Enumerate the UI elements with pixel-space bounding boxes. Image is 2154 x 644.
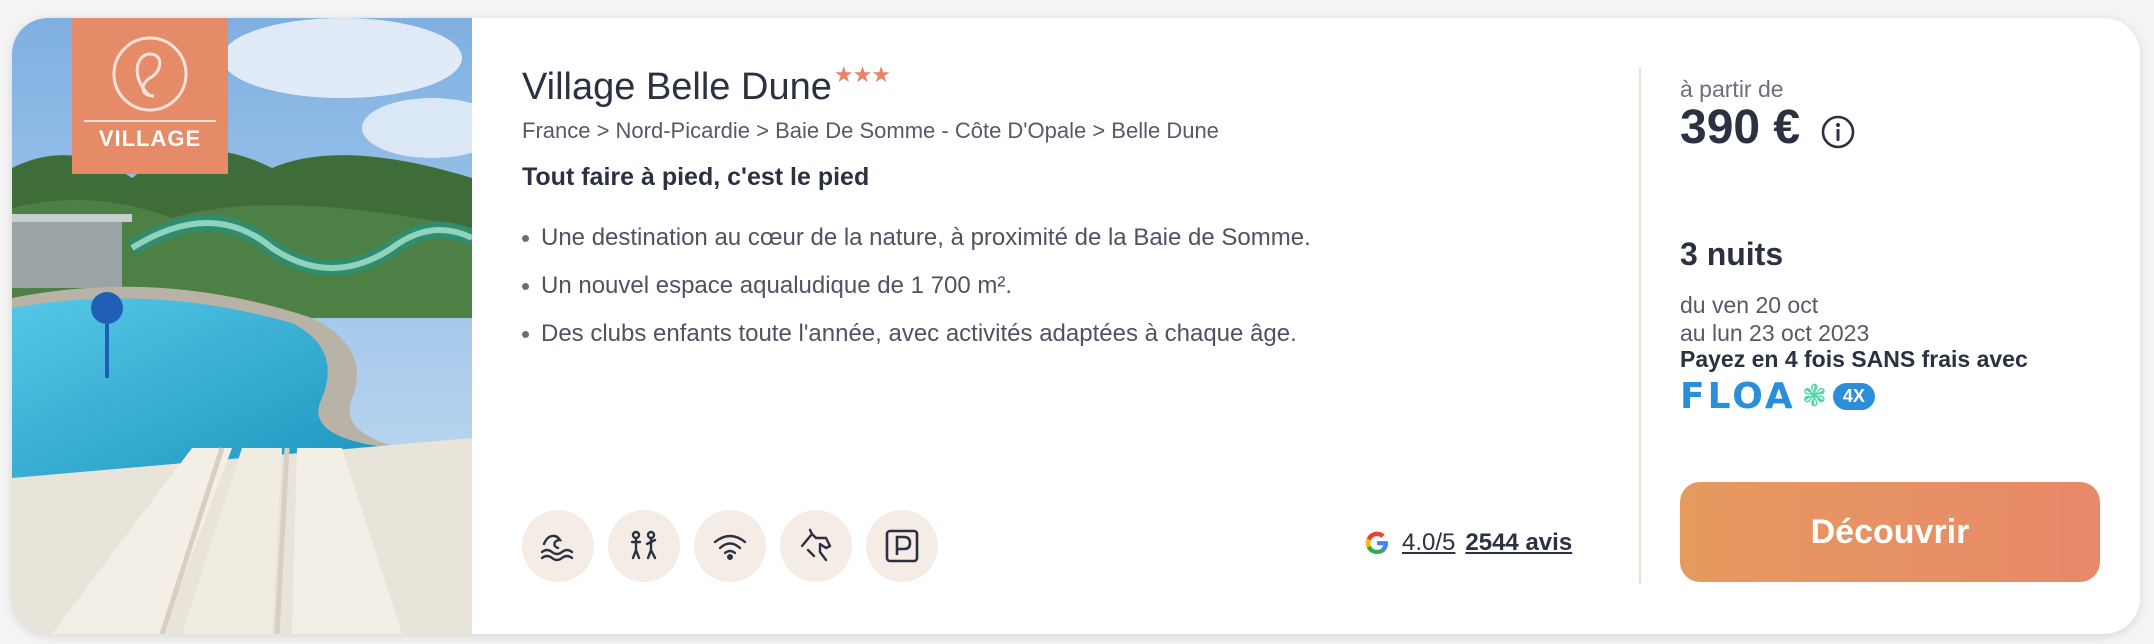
listing-card: VILLAGE Village Belle Dune ★★★ France > …	[12, 18, 2140, 634]
list-item: Un nouvel espace aqualudique de 1 700 m²…	[522, 262, 1311, 310]
listing-title[interactable]: Village Belle Dune	[522, 66, 832, 109]
village-brand-badge: VILLAGE	[72, 18, 228, 174]
list-item: Une destination au cœur de la nature, à …	[522, 214, 1311, 262]
waves-icon[interactable]	[522, 510, 594, 582]
kids-club-icon[interactable]	[608, 510, 680, 582]
star-rating: ★★★	[833, 62, 891, 87]
payment-info: Payez en 4 fois SANS frais avec	[1680, 346, 2028, 372]
breadcrumb: France > Nord-Picardie > Baie De Somme -…	[522, 118, 1219, 143]
list-item: Des clubs enfants toute l'année, avec ac…	[522, 310, 1311, 358]
feature-text: Des clubs enfants toute l'année, avec ac…	[541, 320, 1297, 347]
village-logo-icon	[112, 36, 188, 112]
floa-wordmark: FLOA	[1680, 376, 1796, 417]
title-row: Village Belle Dune ★★★	[522, 62, 891, 109]
floa-logo: FLOA ❃ 4X	[1680, 376, 1875, 417]
price-from-label: à partir de	[1680, 76, 1784, 102]
google-icon	[1365, 531, 1388, 554]
parking-icon[interactable]	[866, 510, 938, 582]
price: 390 €	[1680, 101, 1801, 154]
feature-text: Un nouvel espace aqualudique de 1 700 m²…	[541, 272, 1012, 299]
date-from: du ven 20 oct	[1680, 292, 1819, 318]
date-to: au lun 23 oct 2023	[1680, 320, 1870, 346]
badge-rule	[84, 120, 216, 122]
rating-score[interactable]: 4.0/5	[1402, 529, 1455, 557]
flower-icon: ❃	[1801, 380, 1827, 413]
bullet	[522, 330, 529, 338]
review-count[interactable]: 2544 avis	[1465, 529, 1572, 557]
feature-text: Une destination au cœur de la nature, à …	[541, 224, 1311, 251]
bullet	[522, 282, 529, 290]
horse-icon[interactable]	[780, 510, 852, 582]
bullet	[522, 234, 529, 242]
nights: 3 nuits	[1680, 236, 1784, 272]
feature-list: Une destination au cœur de la nature, à …	[522, 214, 1311, 358]
tagline: Tout faire à pied, c'est le pied	[522, 163, 870, 191]
listing-photo[interactable]: VILLAGE	[12, 18, 472, 634]
info-icon[interactable]	[1820, 114, 1856, 150]
price-row: 390 €	[1680, 100, 1856, 155]
column-divider	[1639, 68, 1641, 584]
floa-4x-badge: 4X	[1832, 383, 1875, 410]
wifi-icon[interactable]	[694, 510, 766, 582]
discover-button[interactable]: Découvrir	[1680, 482, 2100, 582]
badge-word: VILLAGE	[98, 126, 202, 151]
amenity-list	[522, 510, 938, 582]
google-rating[interactable]: 4.0/5 2544 avis	[1362, 528, 1572, 558]
